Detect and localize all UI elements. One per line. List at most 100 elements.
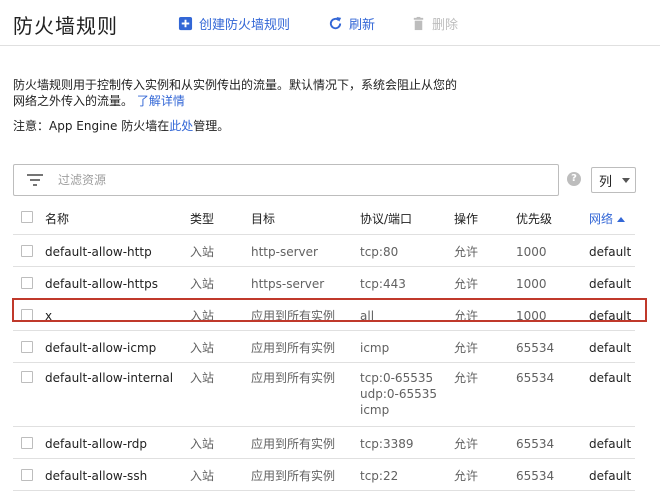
- protocol-entry: tcp:0-65535: [360, 370, 434, 385]
- trash-icon: [413, 16, 424, 30]
- cell-protocol: icmp: [360, 330, 454, 363]
- cell-checkbox: [13, 266, 45, 299]
- row-checkbox[interactable]: [21, 468, 33, 481]
- cell-priority: 1000: [516, 298, 589, 331]
- header-type[interactable]: 类型: [190, 202, 251, 235]
- protocol-entry: icmp: [360, 340, 390, 355]
- cell-priority: 65534: [516, 426, 589, 459]
- learn-more-link[interactable]: 了解详情: [137, 94, 185, 108]
- table-row[interactable]: default-allow-https 入站 https-server tcp:443…: [13, 266, 635, 299]
- note-prefix: 注意：App Engine 防火墙在: [13, 119, 170, 133]
- row-checkbox[interactable]: [21, 436, 33, 449]
- cell-target: 应用到所有实例: [251, 458, 360, 491]
- cell-name: default-allow-internal: [45, 362, 190, 427]
- protocol-entry: tcp:80: [360, 244, 399, 259]
- cell-type: 入站: [190, 362, 251, 427]
- dropdown-caret-icon: [622, 177, 631, 183]
- cell-type: 入站: [190, 298, 251, 331]
- cell-name: default-allow-icmp: [45, 330, 190, 363]
- refresh-button[interactable]: 刷新: [328, 13, 375, 33]
- cell-target: https-server: [251, 266, 360, 299]
- columns-label: 列: [599, 174, 613, 190]
- filter-bar[interactable]: [13, 164, 559, 196]
- cell-target: 应用到所有实例: [251, 330, 360, 363]
- delete-button[interactable]: 删除: [411, 13, 458, 33]
- cell-network: default: [589, 426, 635, 459]
- table-row[interactable]: x 入站 应用到所有实例 all 允许 1000 default: [13, 298, 635, 331]
- cell-priority: 1000: [516, 266, 589, 299]
- cell-type: 入站: [190, 330, 251, 363]
- cell-network: default: [589, 362, 635, 427]
- header-action[interactable]: 操作: [454, 202, 516, 235]
- cell-type: 入站: [190, 458, 251, 491]
- cell-priority: 1000: [516, 234, 589, 267]
- row-checkbox[interactable]: [21, 308, 33, 321]
- row-checkbox[interactable]: [21, 244, 33, 257]
- header-network-label: 网络: [589, 212, 614, 227]
- table-row[interactable]: default-allow-icmp 入站 应用到所有实例 icmp 允许 65534 de…: [13, 330, 635, 363]
- header-protocol[interactable]: 协议/端口: [360, 202, 454, 235]
- table-row[interactable]: default-allow-internal 入站 应用到所有实例 tcp:0-655…: [13, 362, 635, 427]
- cell-checkbox: [13, 426, 45, 459]
- cell-checkbox: [13, 234, 45, 267]
- cell-name: default-allow-https: [45, 266, 190, 299]
- cell-checkbox: [13, 298, 45, 331]
- cell-name: default-allow-rdp: [45, 426, 190, 459]
- header-priority[interactable]: 优先级: [516, 202, 589, 235]
- create-label: 创建防火墙规则: [199, 17, 291, 33]
- cell-target: http-server: [251, 234, 360, 267]
- table-row[interactable]: default-allow-rdp 入站 应用到所有实例 tcp:3389 允许 6553…: [13, 426, 635, 459]
- cell-name: default-allow-ssh: [45, 458, 190, 491]
- protocol-entry: tcp:3389: [360, 436, 414, 451]
- note-suffix: 管理。: [193, 119, 230, 133]
- cell-action: 允许: [454, 298, 516, 331]
- cell-protocol: tcp:443: [360, 266, 454, 299]
- table-row[interactable]: default-allow-http 入站 http-server tcp:80 允许 1…: [13, 234, 635, 267]
- cell-action: 允许: [454, 362, 516, 427]
- protocol-entry: icmp: [360, 402, 390, 417]
- sort-ascending-icon: [617, 217, 626, 223]
- cell-type: 入站: [190, 266, 251, 299]
- description: 防火墙规则用于控制传入实例和从实例传出的流量。默认情况下，系统会阻止从您的网络之…: [13, 77, 463, 109]
- cell-network: default: [589, 298, 635, 331]
- columns-button[interactable]: 列: [591, 167, 636, 193]
- app-engine-note: 注意：App Engine 防火墙在此处管理。: [13, 117, 229, 134]
- cell-type: 入站: [190, 234, 251, 267]
- cell-network: default: [589, 330, 635, 363]
- help-icon[interactable]: ?: [567, 172, 581, 186]
- header-target[interactable]: 目标: [251, 202, 360, 235]
- select-all-checkbox[interactable]: [21, 211, 33, 224]
- row-checkbox[interactable]: [21, 276, 33, 289]
- protocol-entry: tcp:443: [360, 276, 406, 291]
- table-header-row: 名称 类型 目标 协议/端口 操作 优先级 网络: [13, 202, 635, 235]
- create-firewall-rule-button[interactable]: 创建防火墙规则: [178, 13, 290, 33]
- page-title: 防火墙规则: [13, 14, 118, 38]
- cell-action: 允许: [454, 426, 516, 459]
- note-here-link[interactable]: 此处: [169, 119, 193, 133]
- table-row[interactable]: default-allow-ssh 入站 应用到所有实例 tcp:22 允许 65534 d…: [13, 458, 635, 491]
- protocol-entry: all: [360, 308, 375, 323]
- header-name[interactable]: 名称: [45, 202, 190, 235]
- description-text: 防火墙规则用于控制传入实例和从实例传出的流量。默认情况下，系统会阻止从您的网络之…: [13, 78, 458, 108]
- cell-checkbox: [13, 330, 45, 363]
- cell-name: default-allow-http: [45, 234, 190, 267]
- cell-network: default: [589, 458, 635, 491]
- cell-network: default: [589, 234, 635, 267]
- row-checkbox[interactable]: [21, 370, 33, 383]
- cell-target: 应用到所有实例: [251, 426, 360, 459]
- filter-input[interactable]: [58, 173, 528, 187]
- delete-label: 删除: [432, 17, 459, 33]
- cell-protocol: tcp:22: [360, 458, 454, 491]
- cell-target: 应用到所有实例: [251, 298, 360, 331]
- cell-protocol: tcp:80: [360, 234, 454, 267]
- cell-network: default: [589, 266, 635, 299]
- cell-protocol: tcp:3389: [360, 426, 454, 459]
- header-network[interactable]: 网络: [589, 202, 635, 235]
- cell-priority: 65534: [516, 458, 589, 491]
- cell-checkbox: [13, 458, 45, 491]
- cell-target: 应用到所有实例: [251, 362, 360, 427]
- cell-checkbox: [13, 362, 45, 427]
- row-checkbox[interactable]: [21, 340, 33, 353]
- protocol-entry: udp:0-65535: [360, 386, 438, 401]
- refresh-icon: [329, 16, 342, 29]
